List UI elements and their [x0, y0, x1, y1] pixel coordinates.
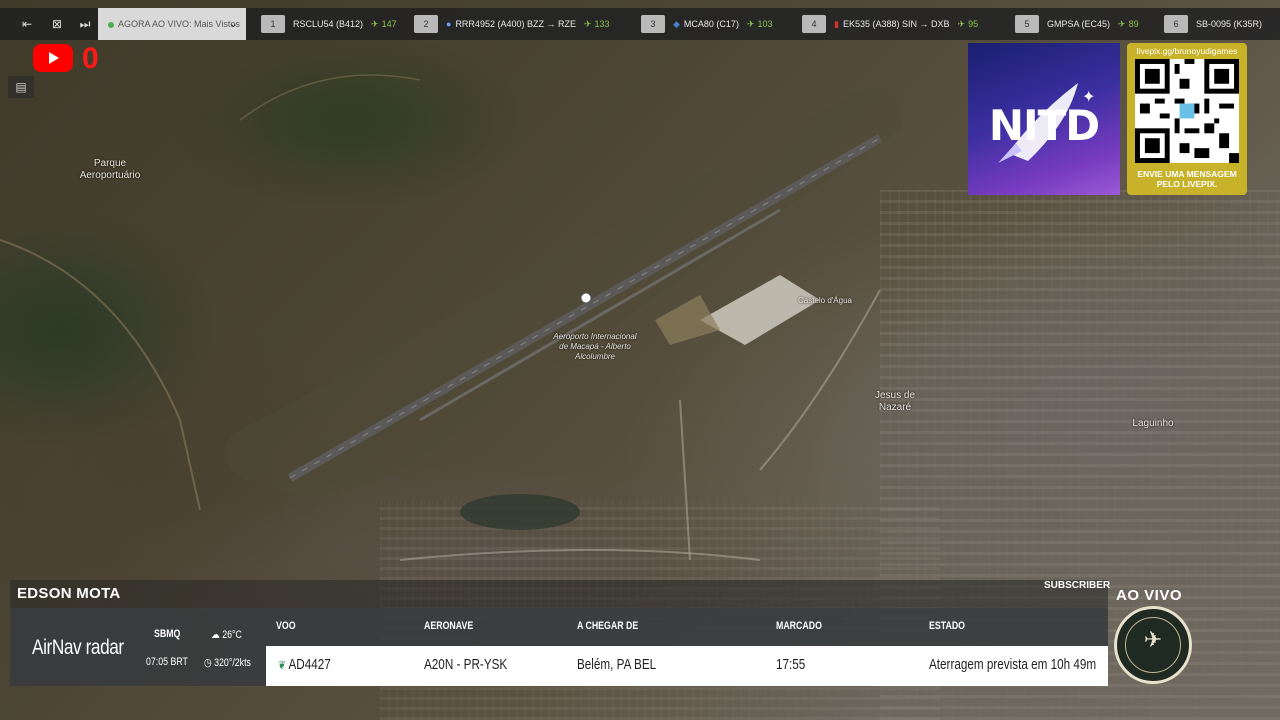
subscriber-label: SUBSCRIBER [1044, 580, 1111, 591]
ao-vivo-label: AO VIVO [1116, 587, 1183, 604]
map-label-castelo: Castelo d'Água [797, 296, 852, 305]
header-aircraft: AERONAVE [424, 620, 474, 632]
layers-icon[interactable]: ▤ [8, 76, 34, 98]
airline-logo-icon: ❦ [278, 658, 286, 672]
top-flight-item[interactable]: 2 ● RRR4952 (A400) BZZ → RZE ✈ 133 [414, 14, 610, 34]
airline-logo-icon: ◆ [673, 19, 680, 29]
top-flight-item[interactable]: 1 RSCLU54 (B412) ✈ 147 [261, 14, 397, 34]
weather-icon: ☁ [211, 629, 220, 641]
top-flight-item[interactable]: 3 ◆ MCA80 (C17) ✈ 103 [641, 14, 773, 34]
airplane-icon: ✈ [1143, 627, 1163, 652]
flight-count: 133 [594, 19, 610, 29]
live-mode-select[interactable]: AGORA AO VIVO: Mais Vistos ⌄ [98, 8, 246, 40]
flight-callsign: SB-0095 (K35R) [1196, 19, 1263, 29]
cell-status: Aterragem prevista em 10h 49m [929, 656, 1097, 673]
flight-callsign: RSCLU54 (B412) [293, 19, 364, 29]
close-panel-icon[interactable]: ⊠ [48, 16, 66, 32]
airline-logo-icon: ● [446, 19, 452, 29]
flight-rank: 5 [1015, 15, 1039, 33]
wind-value: 320°/2kts [214, 657, 251, 669]
temperature-value: 26°C [222, 629, 242, 641]
livepix-panel: livepix.gg/brunoyudigames ENVIE UMA MENS… [1127, 43, 1247, 195]
viewers-icon: ✈ [1118, 19, 1126, 29]
map-pin-icon [580, 292, 592, 304]
livepix-url: livepix.gg/brunoyudigames [1136, 46, 1238, 56]
star-icon: ✦ [1082, 89, 1096, 106]
flight-rank: 2 [414, 15, 438, 33]
livepix-message: ENVIE UMA MENSAGEM PELO LIVEPIX. [1137, 169, 1237, 189]
nitd-logo: NITD ✦ [968, 43, 1120, 195]
map-label-jesus: Jesus de Nazaré [874, 390, 916, 413]
cell-scheduled: 17:55 [776, 656, 806, 673]
top-flight-item[interactable]: 5 GMPSA (EC45) ✈ 89 [1015, 14, 1139, 34]
header-from: A CHEGAR DE [577, 620, 639, 632]
flight-count: 89 [1128, 19, 1139, 29]
flight-callsign: EK535 (A388) [842, 19, 900, 29]
youtube-icon [33, 44, 73, 72]
skip-forward-icon[interactable]: ⏭ [76, 16, 94, 32]
viewers-icon: ✈ [957, 19, 966, 29]
wind-icon: ◷ [204, 657, 212, 669]
viewers-icon: ✈ [746, 19, 755, 29]
live-dot-icon [108, 21, 114, 28]
top-flight-bar: ⇤ ⊠ ⏭ AGORA AO VIVO: Mais Vistos ⌄ 1 RSCL… [0, 8, 1280, 40]
map-label-airport: Aeroporto Internacional de Macapá - Albe… [553, 332, 637, 361]
flight-callsign: RRR4952 (A400) [455, 19, 525, 29]
map-label-park: Parque Aeroportuário [79, 158, 141, 181]
temperature: ☁ 26°C [211, 628, 242, 641]
chevron-down-icon: ⌄ [228, 18, 238, 30]
local-time: 07:05 BRT [146, 656, 188, 668]
youtube-counter: 0 [82, 42, 99, 75]
cell-flight: ❦ AD4427 [278, 656, 331, 673]
flight-count: 103 [757, 19, 773, 29]
flight-route: SIN → DXB [902, 19, 950, 29]
flight-count: 147 [381, 19, 397, 29]
header-flight: VOO [276, 620, 296, 632]
airline-logo-icon: ▮ [834, 19, 839, 29]
airnav-brand: AirNav radar [32, 636, 124, 659]
top-flight-item[interactable]: 4 ▮ EK535 (A388) SIN → DXB ✈ 95 [802, 14, 978, 34]
qr-code-icon [1135, 59, 1239, 163]
sidebar-toggle-icon[interactable]: ⇤ [18, 16, 36, 32]
flight-callsign: GMPSA (EC45) [1047, 19, 1111, 29]
flight-rank: 6 [1164, 15, 1188, 33]
terminal-building [700, 275, 820, 345]
top-flight-item[interactable]: 6 SB-0095 (K35R) [1164, 14, 1262, 34]
wind: ◷ 320°/2kts [204, 656, 251, 669]
driver-name: EDSON MOTA [17, 585, 121, 602]
driver-strip [10, 580, 1108, 608]
live-mode-label: AGORA AO VIVO: Mais Vistos [118, 19, 240, 29]
viewers-icon: ✈ [584, 19, 592, 29]
viewers-icon: ✈ [371, 19, 379, 29]
header-scheduled: MARCADO [776, 620, 822, 632]
channel-badge-logo: ✈ [1114, 606, 1192, 684]
flight-callsign: MCA80 (C17) [683, 19, 739, 29]
header-status: ESTADO [929, 620, 966, 632]
flight-count: 95 [968, 19, 979, 29]
flight-number: AD4427 [288, 656, 331, 673]
flight-rank: 4 [802, 15, 826, 33]
cell-from: Belém, PA BEL [577, 656, 657, 673]
flight-rank: 3 [641, 15, 665, 33]
nitd-logo-text: NITD [988, 101, 1100, 150]
flight-route: BZZ → RZE [527, 19, 576, 29]
cell-aircraft: A20N - PR-YSK [424, 656, 508, 673]
map-label-laguinho: Laguinho [1132, 418, 1174, 429]
airport-code: SBMQ [154, 628, 181, 640]
flight-rank: 1 [261, 15, 285, 33]
